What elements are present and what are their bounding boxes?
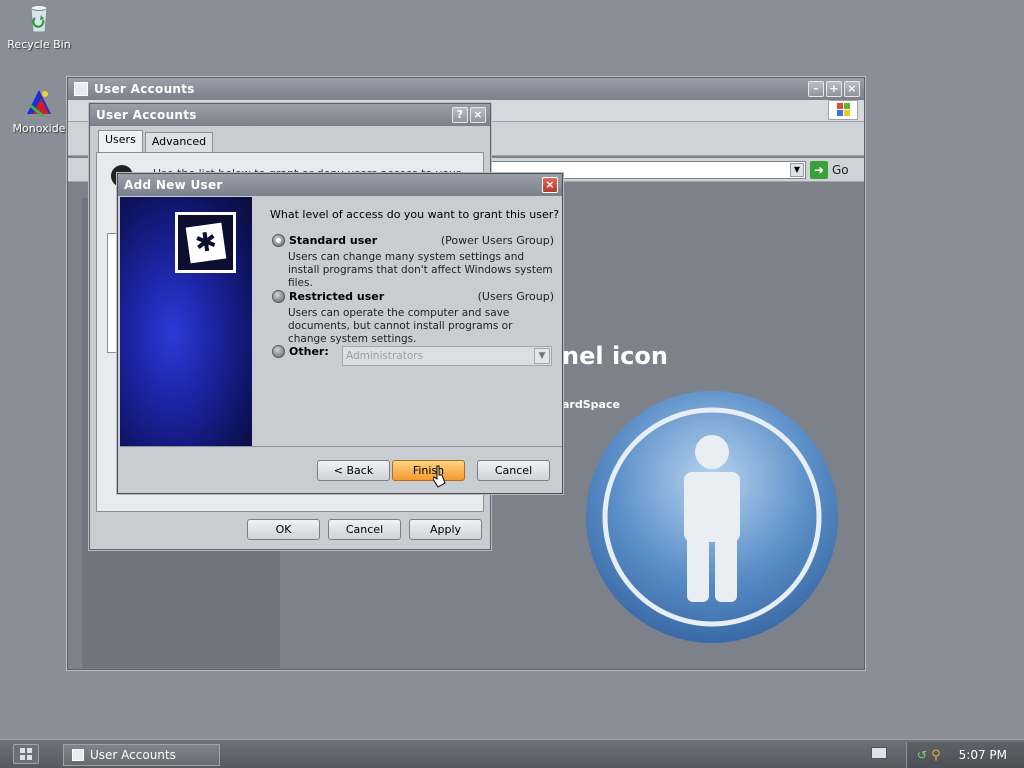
restricted-user-radio[interactable]: [272, 290, 285, 303]
taskbar: User Accounts ↺ ⚲ 5:07 PM: [0, 739, 1024, 768]
start-grid-icon: [20, 748, 32, 760]
option-description: Users can change many system settings an…: [288, 251, 553, 289]
recycle-bin-icon: [23, 2, 55, 34]
cancel-button[interactable]: Cancel: [477, 460, 550, 481]
desktop-icon-label: Monoxide: [12, 122, 66, 135]
option-group: (Power Users Group): [440, 234, 554, 247]
user-accounts-titlebar[interactable]: User Accounts ? ×: [90, 104, 490, 126]
dialog-title: Add New User: [124, 178, 223, 192]
option-group: (Users Group): [477, 290, 554, 303]
wizard-footer: < Back Finish Cancel: [120, 447, 562, 493]
ok-button[interactable]: OK: [247, 519, 320, 540]
desktop-icon-monoxide[interactable]: Monoxide: [4, 86, 74, 135]
page-heading: nel icon: [562, 342, 668, 370]
taskbar-button-label: User Accounts: [90, 748, 176, 762]
clock[interactable]: 5:07 PM: [959, 748, 1007, 762]
chevron-down-icon[interactable]: ▼: [790, 163, 804, 177]
add-new-user-titlebar[interactable]: Add New User ×: [118, 174, 562, 196]
other-group-select[interactable]: Administrators ▼: [342, 346, 552, 366]
app-icon: [74, 82, 88, 96]
close-button[interactable]: ×: [844, 81, 860, 97]
option-restricted-user[interactable]: Restricted user (Users Group) Users can …: [272, 290, 554, 346]
option-standard-user[interactable]: Standard user (Power Users Group) Users …: [272, 234, 554, 290]
keyboard-icon[interactable]: [871, 747, 887, 759]
other-radio[interactable]: [272, 345, 285, 358]
go-arrow-icon: ➜: [810, 161, 828, 179]
other-group-value: Administrators: [346, 350, 424, 362]
minimize-button[interactable]: –: [808, 81, 824, 97]
control-panel-titlebar[interactable]: User Accounts – + ×: [68, 78, 864, 100]
mouse-cursor-icon: [432, 465, 447, 489]
system-tray: ↺ ⚲ 5:07 PM: [906, 742, 1024, 768]
help-button[interactable]: ?: [452, 107, 468, 123]
option-description: Users can operate the computer and save …: [288, 307, 513, 345]
option-other[interactable]: Other:: [272, 345, 342, 358]
tab-users[interactable]: Users: [98, 130, 143, 152]
access-question: What level of access do you want to gran…: [270, 208, 560, 221]
windows-logo-icon: [828, 100, 858, 120]
start-button[interactable]: [13, 744, 39, 764]
option-label: Standard user: [289, 234, 378, 247]
tab-strip: Users Advanced: [96, 130, 484, 152]
taskbar-button-user-accounts[interactable]: User Accounts: [63, 744, 220, 766]
window-title: User Accounts: [94, 82, 195, 96]
wizard-side-banner: ✱: [120, 197, 252, 446]
wizard-content: What level of access do you want to gran…: [252, 197, 562, 446]
tab-advanced[interactable]: Advanced: [144, 132, 214, 152]
option-label: Other:: [289, 345, 329, 358]
cancel-button[interactable]: Cancel: [328, 519, 401, 540]
add-new-user-dialog: Add New User × ✱ What level of access do…: [117, 173, 563, 494]
close-button[interactable]: ×: [542, 177, 558, 193]
chevron-down-icon[interactable]: ▼: [534, 348, 550, 364]
dialog-title: User Accounts: [96, 108, 197, 122]
app-icon: [72, 749, 84, 761]
user-accounts-person-icon: [585, 390, 840, 645]
desktop-icon-label: Recycle Bin: [7, 38, 71, 51]
close-button[interactable]: ×: [470, 107, 486, 123]
finish-button[interactable]: Finish: [392, 460, 465, 481]
maximize-button[interactable]: +: [826, 81, 842, 97]
go-button[interactable]: ➜ Go: [810, 161, 849, 179]
standard-user-radio[interactable]: [272, 234, 285, 247]
apply-button[interactable]: Apply: [409, 519, 482, 540]
go-label: Go: [832, 163, 849, 177]
network-icon[interactable]: ↺: [917, 748, 927, 762]
desktop-icon-recycle-bin[interactable]: Recycle Bin: [4, 2, 74, 51]
back-button[interactable]: < Back: [317, 460, 390, 481]
wizard-logo-icon: ✱: [175, 212, 236, 273]
option-label: Restricted user: [289, 290, 385, 303]
search-icon[interactable]: ⚲: [931, 748, 941, 763]
monoxide-icon: [23, 86, 55, 118]
